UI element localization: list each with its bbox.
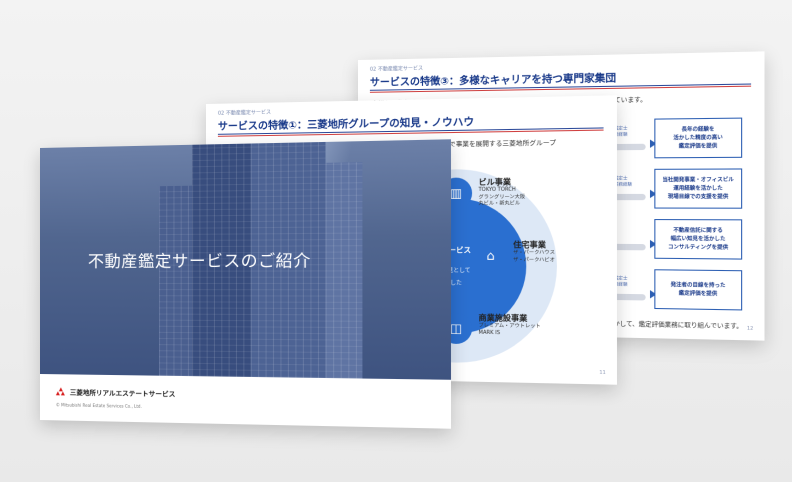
cover-slide: 不動産鑑定サービスのご紹介 三菱地所リアルエステートサービス © Mitsubi… — [40, 139, 451, 429]
badge-line: 現場目線での支援を提供 — [667, 193, 729, 201]
badge-line: 当社開発事業・オフィスビル — [662, 176, 734, 184]
business-housing: ⌂ 住宅事業 ザ・パークハウス ザ・パークハビオ — [474, 240, 555, 272]
career-badge: 発注者の目線を持った 鑑定評価を提供 — [654, 269, 743, 311]
business-example: 丸ビル・新丸ビル — [478, 201, 521, 207]
badge-line: 鑑定評価を提供 — [678, 143, 718, 150]
house-icon: ⌂ — [474, 240, 507, 272]
career-row: 不動産鑑定士 不動産業務経験 当社開発事業・オフィスビル 運用経験を活かした 現… — [600, 168, 743, 209]
slide-footer-text: を活かして、鑑定評価業務に取り組んでいます。 — [600, 320, 743, 331]
career-badge: 不動産信託に関する 幅広い知見を活かした コンサルティングを提供 — [654, 219, 743, 260]
tower-image — [325, 162, 363, 379]
business-name: 商業施設事業 — [478, 312, 528, 323]
career-badge: 当社開発事業・オフィスビル 運用経験を活かした 現場目線での支援を提供 — [654, 168, 743, 209]
section-label: 02 不動産鑑定サービス — [369, 65, 423, 73]
center-subtitle: した — [450, 280, 462, 287]
career-row: 不動産鑑定士 評価業務経験 長年の経験を 活かした精度の高い 鑑定評価を提供 — [600, 117, 743, 159]
career-badge: 長年の経験を 活かした精度の高い 鑑定評価を提供 — [654, 117, 743, 159]
tower-image — [159, 185, 193, 377]
business-example: MARK IS — [478, 330, 501, 336]
section-label: 02 不動産鑑定サービス — [217, 109, 271, 117]
badge-line: コンサルティングを提供 — [668, 244, 729, 252]
business-example: ザ・パークハビオ — [513, 257, 555, 263]
career-row: 不動産鑑定士 評価業務経験 発注者の目線を持った 鑑定評価を提供 — [600, 269, 743, 311]
badge-line: 不動産信託に関する — [673, 227, 723, 235]
business-building: ▥ ビル事業 TOKYO TORCH グラングリーン大阪 丸ビル・新丸ビル — [440, 177, 525, 209]
business-example: ザ・パークハウス — [513, 250, 555, 256]
three-diamonds-icon — [55, 386, 66, 396]
badge-line: 長年の経験を — [681, 126, 715, 133]
cover-footer — [40, 374, 451, 429]
page-number: 12 — [746, 326, 754, 332]
business-name: ビル事業 — [478, 177, 512, 187]
company-logo: 三菱地所リアルエステートサービス — [55, 386, 176, 399]
badge-line: 運用経験を活かした — [673, 185, 723, 192]
career-row: 不動産信託に関する 幅広い知見を活かした コンサルティングを提供 — [600, 219, 743, 260]
badge-line: 鑑定評価を提供 — [678, 290, 718, 298]
page-number: 11 — [599, 370, 606, 376]
company-name: 三菱地所リアルエステートサービス — [69, 388, 176, 399]
business-name: 住宅事業 — [513, 240, 546, 250]
cover-title: 不動産鑑定サービスのご紹介 — [87, 250, 311, 271]
business-commercial: ◫ 商業施設事業 プレミアム・アウトレット MARK IS — [440, 312, 541, 346]
